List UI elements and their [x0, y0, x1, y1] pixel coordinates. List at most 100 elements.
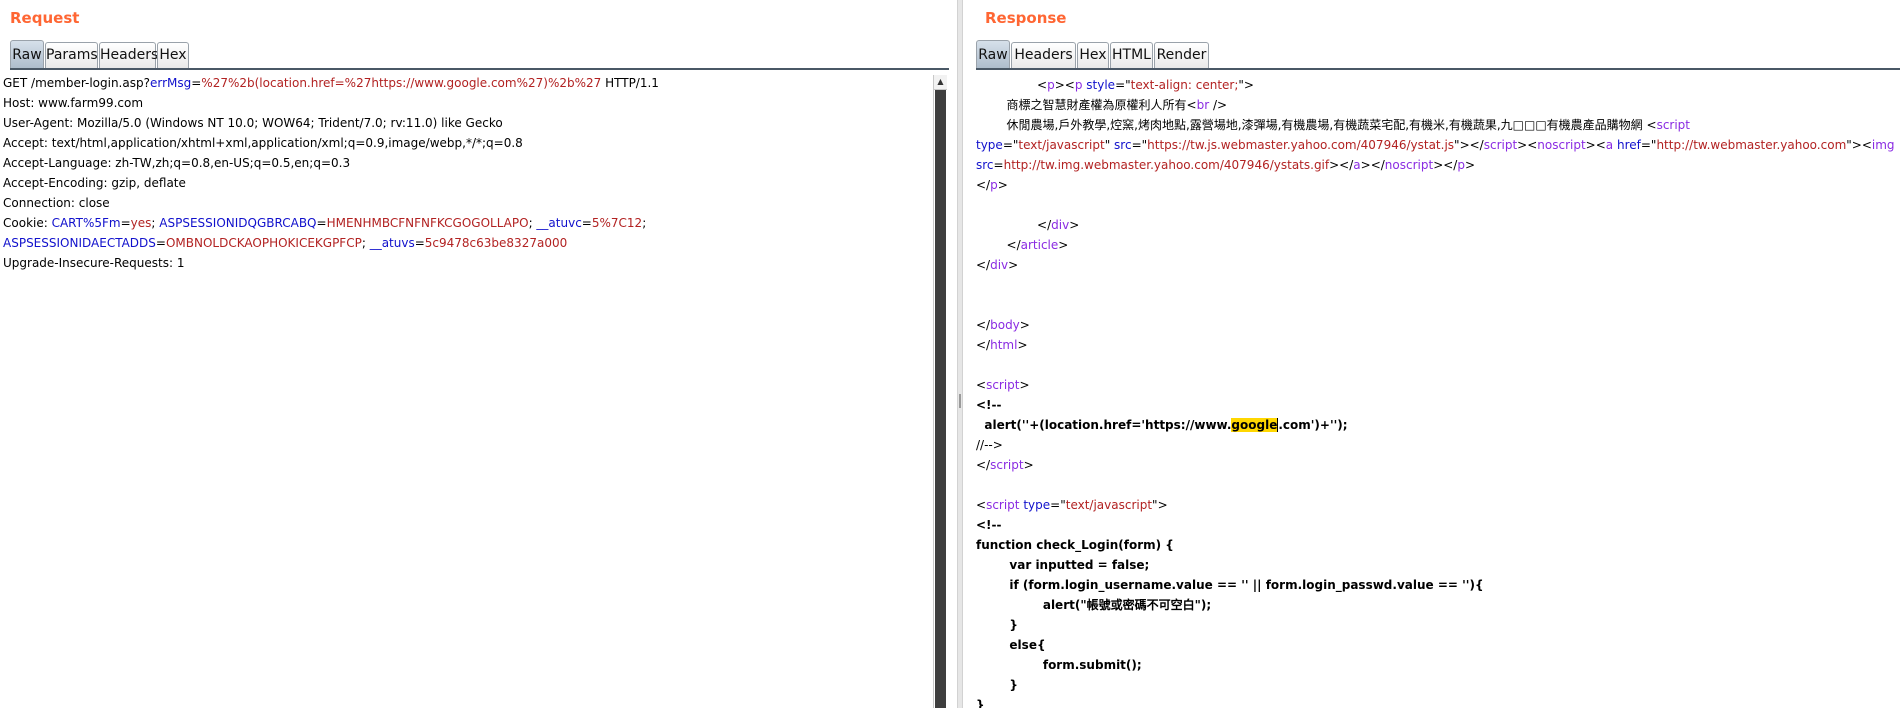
code-token: text-align: center; — [1130, 78, 1239, 92]
code-token: "> — [1152, 498, 1168, 512]
code-token: OMBNOLDCKAOPHOKICEKGPFCP — [165, 236, 362, 250]
code-token: =" — [1131, 138, 1148, 152]
response-line: alert(''+(location.href='https://www.goo… — [976, 415, 1900, 435]
code-token: ASPSESSIONIDAECTADDS — [3, 236, 156, 250]
response-line: </p> — [976, 175, 1900, 195]
code-token: </ — [976, 338, 991, 352]
request-pane: Request Raw Params Headers Hex GET /memb… — [0, 0, 957, 708]
code-token: > — [1023, 458, 1034, 472]
code-token: > — [997, 178, 1008, 192]
request-tab-hex[interactable]: Hex — [157, 42, 189, 68]
code-token: /> — [1209, 98, 1228, 112]
code-token: br — [1196, 98, 1210, 112]
code-token: Accept-Encoding: gzip, deflate — [3, 176, 186, 190]
code-token: //--> — [976, 438, 1003, 452]
code-token: =" — [1640, 138, 1657, 152]
code-token: > — [1008, 258, 1019, 272]
code-token: p — [1047, 78, 1055, 92]
code-token: text/javascript — [1018, 138, 1105, 152]
response-line: <script> — [976, 375, 1900, 395]
code-token: body — [990, 318, 1020, 332]
code-token: __atuvs — [369, 236, 415, 250]
code-token: src — [976, 158, 994, 172]
response-line: ​ — [976, 355, 1900, 375]
code-token: "> — [1238, 78, 1254, 92]
code-token: https://tw.js.webmaster.yahoo.com/407946… — [1147, 138, 1455, 152]
response-line: type="text/javascript" src="https://tw.j… — [976, 135, 1900, 155]
code-token: = — [120, 216, 131, 230]
splitter-grip-icon[interactable] — [959, 394, 961, 408]
code-token: HMENHMBCFNFNFKCGOGOLLAPO — [326, 216, 529, 230]
response-line: </div> — [976, 255, 1900, 275]
code-token: script — [986, 498, 1020, 512]
response-line: ​ — [976, 475, 1900, 495]
response-line: //--> — [976, 435, 1900, 455]
code-token: %27%2b(location.href=%27https://www.goog… — [201, 76, 602, 90]
code-token: } — [976, 698, 985, 708]
request-line: Host: www.farm99.com — [3, 93, 933, 113]
code-token: article — [1020, 238, 1059, 252]
response-tab-hex[interactable]: Hex — [1077, 42, 1109, 68]
request-tab-params[interactable]: Params — [45, 42, 98, 68]
code-token: ASPSESSIONIDQGBRCABQ — [159, 216, 317, 230]
response-line: </article> — [976, 235, 1900, 255]
code-token: ">< — [1846, 138, 1872, 152]
code-token: html — [990, 338, 1018, 352]
code-token: Host: www.farm99.com — [3, 96, 144, 110]
response-tab-render[interactable]: Render — [1154, 42, 1209, 68]
code-token: > — [1464, 158, 1476, 172]
code-token: href — [1616, 138, 1641, 152]
response-line: ​ — [976, 295, 1900, 315]
request-line: Accept-Encoding: gzip, deflate — [3, 173, 933, 193]
request-line: User-Agent: Mozilla/5.0 (Windows NT 10.0… — [3, 113, 933, 133]
request-tab-raw[interactable]: Raw — [10, 40, 44, 68]
code-token: < — [976, 78, 1048, 92]
code-token: p — [1457, 158, 1465, 172]
response-line: 商標之智慧財產權為原權利人所有<br /> — [976, 95, 1900, 115]
code-token: script — [990, 458, 1024, 472]
request-scrollbar[interactable]: ▲ — [933, 75, 947, 708]
response-tab-raw[interactable]: Raw — [976, 40, 1010, 68]
request-editor[interactable]: GET /member-login.asp?errMsg=%27%2b(loca… — [3, 73, 933, 708]
response-line: else{ — [976, 635, 1900, 655]
code-token: Cookie: — [3, 216, 52, 230]
code-token: = — [581, 216, 592, 230]
response-editor[interactable]: <p><p style="text-align: center;"> 商標之智慧… — [976, 75, 1900, 708]
response-tab-headers[interactable]: Headers — [1011, 42, 1076, 68]
request-title: Request — [10, 9, 80, 27]
code-token: ></ — [1329, 158, 1354, 172]
code-token: =" — [1050, 498, 1066, 512]
code-token: > — [1017, 338, 1028, 352]
code-token: = — [191, 76, 202, 90]
code-token: http://tw.webmaster.yahoo.com — [1656, 138, 1847, 152]
response-line: <p><p style="text-align: center;"> — [976, 75, 1900, 95]
code-token: src — [1114, 138, 1132, 152]
scroll-up-arrow-icon[interactable]: ▲ — [934, 75, 947, 90]
code-token: HTTP/1.1 — [601, 76, 659, 90]
response-line: function check_Login(form) { — [976, 535, 1900, 555]
code-token: Connection: close — [3, 196, 110, 210]
response-line: } — [976, 695, 1900, 708]
code-token: User-Agent: Mozilla/5.0 (Windows NT 10.0… — [3, 116, 503, 130]
response-line: src=http://tw.img.webmaster.yahoo.com/40… — [976, 155, 1900, 175]
code-token: yes — [130, 216, 152, 230]
code-token: alert("帳號或密碼不可空白"); — [976, 598, 1212, 612]
code-token: =" — [1002, 138, 1019, 152]
code-token: </ — [976, 258, 991, 272]
code-token: var inputted = false; — [976, 558, 1150, 572]
response-tab-underline — [976, 68, 1900, 70]
code-token: > — [1069, 218, 1080, 232]
code-token: </ — [976, 178, 991, 192]
code-token: ></ — [1360, 158, 1385, 172]
response-line: ​ — [976, 275, 1900, 295]
code-token: " — [1104, 138, 1115, 152]
code-token: =" — [1115, 78, 1131, 92]
request-tab-bar: Raw Params Headers Hex — [10, 40, 949, 70]
code-token: "></ — [1454, 138, 1484, 152]
code-token: </ — [976, 238, 1021, 252]
response-line: </script> — [976, 455, 1900, 475]
response-tab-html[interactable]: HTML — [1110, 42, 1153, 68]
request-line: Accept: text/html,application/xhtml+xml,… — [3, 133, 933, 153]
request-tab-headers[interactable]: Headers — [99, 42, 158, 68]
request-scroll-thumb[interactable] — [935, 90, 946, 708]
